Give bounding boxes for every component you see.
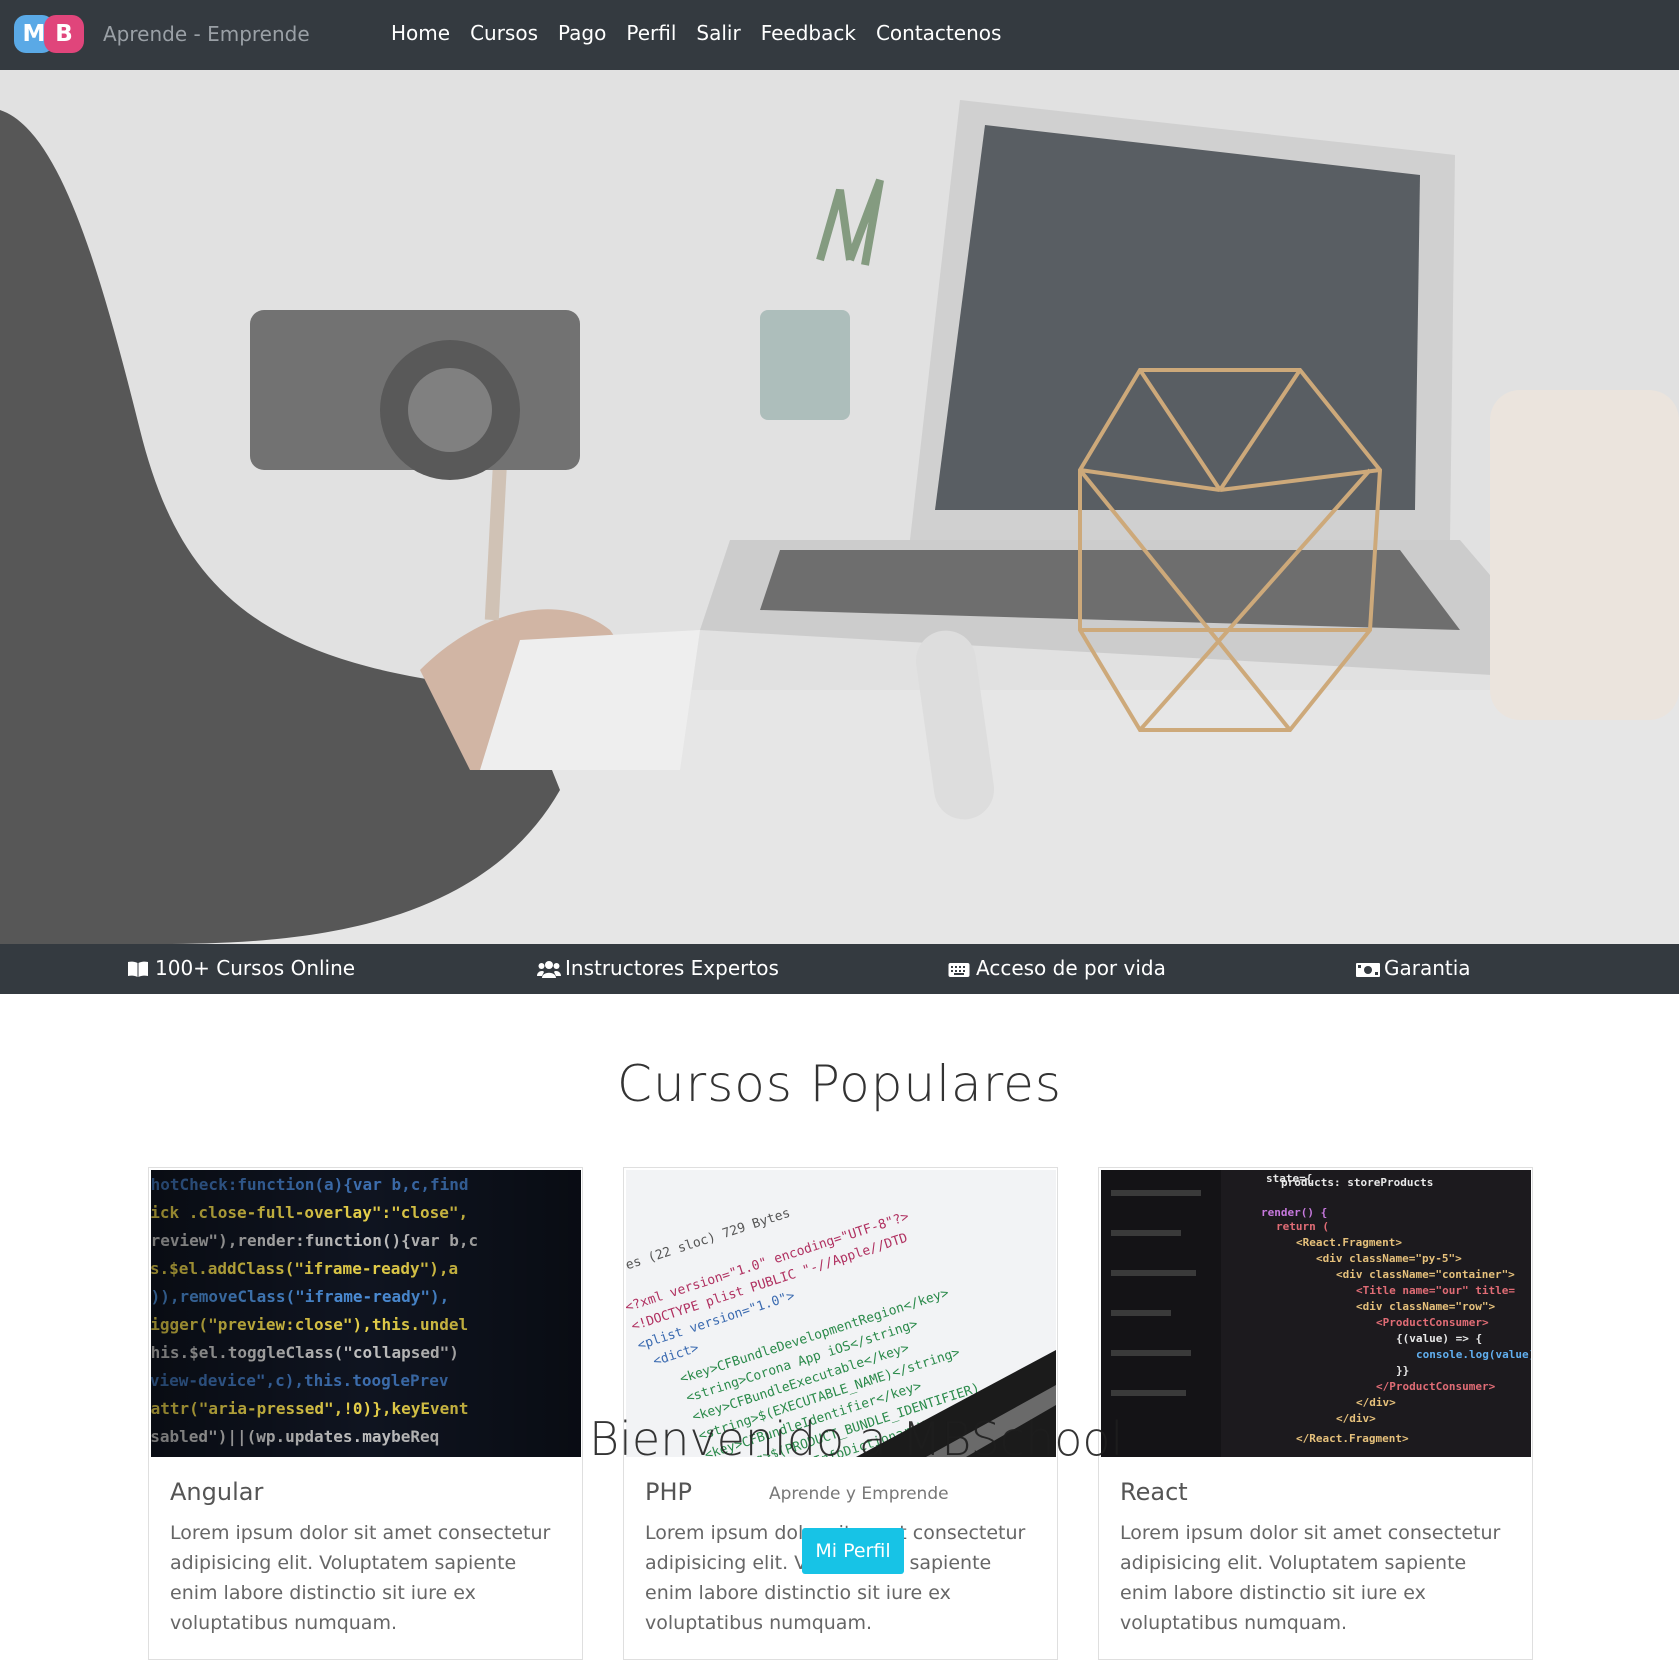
course-image-react: state={ products: storeProducts render()… [1101,1170,1531,1457]
section-title: Cursos Populares [617,1055,1062,1113]
feature-garantia: Garantia [1356,956,1471,980]
svg-text:<ProductConsumer>: <ProductConsumer> [1376,1316,1489,1329]
svg-text:<div className="py-5">: <div className="py-5"> [1316,1252,1462,1265]
money-bill-icon [1356,959,1380,977]
course-description: Lorem ipsum dolor sit amet consectetur a… [1120,1522,1501,1634]
svg-text:</div>: </div> [1336,1412,1376,1425]
welcome-subtitle: Aprende y Emprende [769,1484,949,1504]
brand-text[interactable]: Aprende - Emprende [103,22,310,46]
svg-text:<div className="container">: <div className="container"> [1336,1268,1515,1281]
top-navbar: M B Aprende - Emprende Home Cursos Pago … [0,0,1679,70]
course-image-angular: shotCheck:function(a){var b,c,find click… [151,1170,581,1457]
nav-link-home[interactable]: Home [391,21,450,45]
feature-label: 100+ Cursos Online [155,956,356,980]
brand-logo[interactable]: M B [14,15,84,53]
feature-label: Instructores Expertos [565,956,779,980]
course-title: PHP [645,1478,692,1506]
feature-instructores: Instructores Expertos [537,956,779,980]
course-title: Angular [170,1478,264,1506]
svg-text:</div>: </div> [1356,1396,1396,1409]
course-title: React [1120,1478,1188,1506]
welcome-title: Bienvenido a MBSchool [589,1412,1124,1466]
mi-perfil-button[interactable]: Mi Perfil [802,1528,904,1574]
svg-text:{(value) => {: {(value) => { [1396,1332,1482,1345]
nav-link-pago[interactable]: Pago [558,21,606,45]
course-card-angular[interactable]: shotCheck:function(a){var b,c,find click… [148,1167,583,1660]
logo-b: B [44,15,84,53]
svg-text:</React.Fragment>: </React.Fragment> [1296,1432,1409,1445]
svg-text:products: storeProducts: products: storeProducts [1281,1176,1433,1189]
keyboard-icon [948,959,970,977]
feature-bar: 100+ Cursos Online Instructores Expertos… [0,944,1679,994]
svg-text:return (: return ( [1276,1220,1329,1233]
nav-link-cursos[interactable]: Cursos [470,21,538,45]
svg-text:<div className="row">: <div className="row"> [1356,1300,1495,1313]
svg-text:render() {: render() { [1261,1206,1327,1219]
hero-image [0,70,1679,944]
svg-text:}}: }} [1396,1364,1409,1377]
svg-text:<React.Fragment>: <React.Fragment> [1296,1236,1402,1249]
feature-cursos: 100+ Cursos Online [127,956,355,980]
svg-text:<Title name="our" title=: <Title name="our" title= [1356,1284,1515,1297]
nav-link-perfil[interactable]: Perfil [626,21,676,45]
nav-link-contactenos[interactable]: Contactenos [876,21,1001,45]
course-card-react[interactable]: state={ products: storeProducts render()… [1098,1167,1533,1660]
feature-label: Acceso de por vida [976,956,1166,980]
nav-link-salir[interactable]: Salir [696,21,740,45]
nav-menu: Home Cursos Pago Perfil Salir Feedback C… [391,21,1001,45]
course-description: Lorem ipsum dolor sit amet consectetur a… [170,1522,551,1634]
nav-link-feedback[interactable]: Feedback [761,21,856,45]
feature-acceso: Acceso de por vida [948,956,1166,980]
users-icon [537,959,561,978]
book-open-icon [127,959,149,977]
svg-text:</ProductConsumer>: </ProductConsumer> [1376,1380,1496,1393]
svg-text:console.log(value): console.log(value) [1416,1348,1531,1361]
feature-label: Garantia [1384,956,1471,980]
